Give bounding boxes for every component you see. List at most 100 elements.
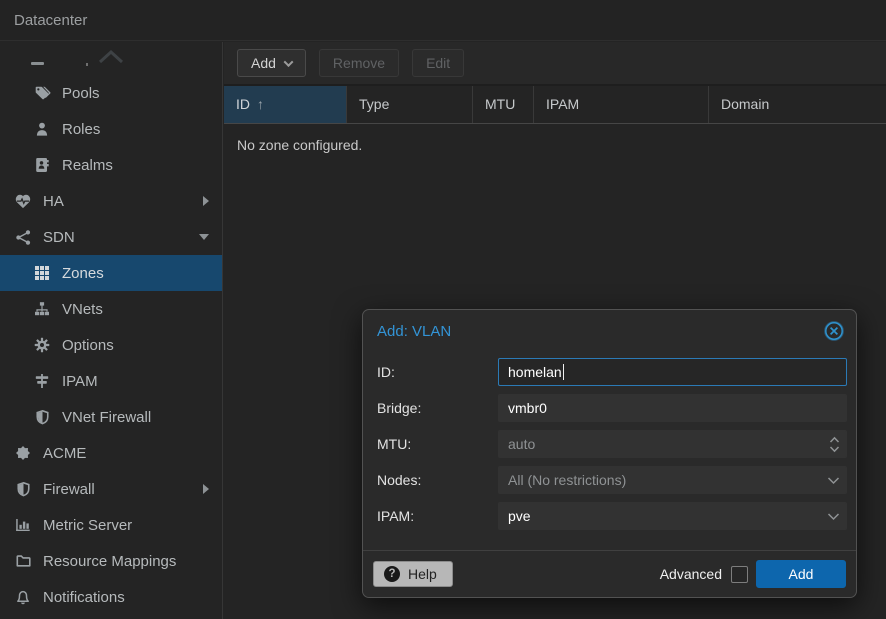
- sidebar-item-label: Roles: [62, 121, 100, 138]
- sidebar-item-label: Resource Mappings: [43, 553, 176, 570]
- network-nodes-icon: [13, 229, 33, 246]
- address-book-icon: [32, 157, 52, 173]
- edit-button[interactable]: Edit: [412, 49, 464, 77]
- chevron-down-icon: [827, 512, 840, 521]
- dropdown-trigger[interactable]: [827, 467, 840, 493]
- column-header-mtu[interactable]: MTU: [473, 86, 534, 123]
- sidebar-item-label: Notifications: [43, 589, 125, 606]
- sidebar-item-notifications[interactable]: Notifications: [0, 579, 222, 615]
- id-field-label: ID:: [377, 364, 498, 380]
- column-header-type[interactable]: Type: [347, 86, 473, 123]
- partial-text-fragment: [86, 63, 88, 66]
- ipam-field-label: IPAM:: [377, 508, 498, 524]
- sidebar-item-resource-mappings[interactable]: Resource Mappings: [0, 543, 222, 579]
- dialog-footer: ? Help Advanced Add: [363, 550, 856, 597]
- chevron-right-icon: [203, 196, 209, 206]
- remove-button[interactable]: Remove: [319, 49, 399, 77]
- sidebar-item-realms[interactable]: Realms: [0, 147, 222, 183]
- number-spinner[interactable]: [829, 431, 840, 457]
- column-header-id[interactable]: ID ↑: [224, 86, 347, 123]
- sidebar-item-label: Firewall: [43, 481, 95, 498]
- sitemap-icon: [32, 301, 52, 317]
- sidebar-item-ha[interactable]: HA: [0, 183, 222, 219]
- empty-table-text: No zone configured.: [237, 137, 362, 153]
- field-row-mtu: MTU: auto: [377, 430, 847, 458]
- mtu-field[interactable]: auto: [498, 430, 847, 458]
- sidebar-item-zones[interactable]: Zones: [0, 255, 222, 291]
- sidebar-item-options[interactable]: Options: [0, 327, 222, 363]
- column-header-ipam[interactable]: IPAM: [534, 86, 709, 123]
- zones-table-body: No zone configured.: [224, 124, 886, 166]
- column-label: ID: [236, 86, 250, 123]
- bridge-field[interactable]: vmbr0: [498, 394, 847, 422]
- bridge-field-value: vmbr0: [508, 400, 547, 416]
- close-button[interactable]: [823, 320, 845, 342]
- sidebar-tree: Pools Roles Realms HA SDN: [0, 42, 223, 619]
- sidebar-item-pools[interactable]: Pools: [0, 75, 222, 111]
- add-button-label: Add: [251, 55, 276, 71]
- dialog-body: ID: homelan Bridge: vmbr0 MTU: auto: [363, 346, 856, 530]
- chevron-down-icon: [283, 57, 293, 67]
- sidebar-item-firewall[interactable]: Firewall: [0, 471, 222, 507]
- shield-icon: [13, 481, 33, 497]
- sidebar-item-label: VNets: [62, 301, 103, 318]
- heartbeat-icon: [13, 193, 33, 210]
- sidebar-item-label: Realms: [62, 157, 113, 174]
- dropdown-trigger[interactable]: [827, 503, 840, 529]
- sidebar-item-roles[interactable]: Roles: [0, 111, 222, 147]
- grid-table-icon: [32, 265, 52, 281]
- gear-icon: [32, 337, 52, 353]
- sidebar-item-label: Metric Server: [43, 517, 132, 534]
- sidebar-item-vnets[interactable]: VNets: [0, 291, 222, 327]
- sidebar-item-acme[interactable]: ACME: [0, 435, 222, 471]
- sidebar-item-label: IPAM: [62, 373, 98, 390]
- help-button[interactable]: ? Help: [373, 561, 453, 587]
- sidebar-item-label: HA: [43, 193, 64, 210]
- sidebar-item-label: Zones: [62, 265, 104, 282]
- field-row-ipam: IPAM: pve: [377, 502, 847, 530]
- dialog-title: Add: VLAN: [377, 323, 451, 340]
- question-circle-icon: ?: [384, 566, 400, 582]
- advanced-label: Advanced: [660, 566, 722, 582]
- dialog-add-button[interactable]: Add: [756, 560, 846, 588]
- mtu-field-label: MTU:: [377, 436, 498, 452]
- sidebar-item-metric-server[interactable]: Metric Server: [0, 507, 222, 543]
- user-icon: [32, 121, 52, 137]
- advanced-checkbox[interactable]: [731, 566, 748, 583]
- id-field-value: homelan: [508, 364, 562, 380]
- sidebar-item-label: Pools: [62, 85, 100, 102]
- ipam-select[interactable]: pve: [498, 502, 847, 530]
- nodes-select[interactable]: All (No restrictions): [498, 466, 847, 494]
- sidebar-item-label: VNet Firewall: [62, 409, 151, 426]
- chevron-down-icon: [827, 476, 840, 485]
- chevron-down-icon: [199, 234, 209, 240]
- partial-icon: [31, 62, 44, 65]
- help-button-label: Help: [408, 566, 437, 582]
- dialog-header[interactable]: Add: VLAN: [363, 310, 856, 346]
- bar-chart-icon: [13, 517, 33, 533]
- add-button[interactable]: Add: [237, 49, 306, 77]
- field-row-nodes: Nodes: All (No restrictions): [377, 466, 847, 494]
- chevron-right-icon: [203, 484, 209, 494]
- ipam-select-value: pve: [508, 508, 531, 524]
- zones-toolbar: Add Remove Edit: [224, 42, 886, 86]
- sidebar-item-sdn[interactable]: SDN: [0, 219, 222, 255]
- title-bar: Datacenter: [0, 0, 886, 41]
- edit-button-label: Edit: [426, 55, 450, 71]
- sort-asc-icon: ↑: [257, 86, 264, 123]
- nodes-select-value: All (No restrictions): [508, 472, 626, 488]
- sidebar-item-partial[interactable]: [0, 42, 222, 75]
- sidebar-item-vnet-firewall[interactable]: VNet Firewall: [0, 399, 222, 435]
- column-header-domain[interactable]: Domain: [709, 86, 886, 123]
- nodes-field-label: Nodes:: [377, 472, 498, 488]
- scroll-up-chevron-icon: [97, 48, 125, 64]
- sidebar-item-ipam[interactable]: IPAM: [0, 363, 222, 399]
- page-title: Datacenter: [14, 12, 87, 29]
- proxmox-datacenter-screen: Datacenter Pools Roles Realms: [0, 0, 886, 619]
- id-field[interactable]: homelan: [498, 358, 847, 386]
- folder-icon: [13, 553, 33, 569]
- certificate-seal-icon: [13, 445, 33, 461]
- field-row-id: ID: homelan: [377, 358, 847, 386]
- zones-table-header: ID ↑ Type MTU IPAM Domain: [224, 86, 886, 124]
- sidebar-item-label: ACME: [43, 445, 86, 462]
